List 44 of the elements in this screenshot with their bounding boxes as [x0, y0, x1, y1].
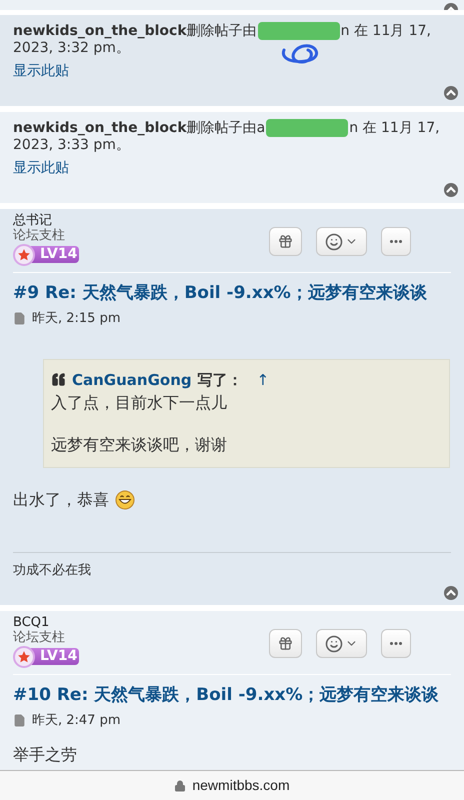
- back-to-top-icon[interactable]: [444, 586, 458, 600]
- deletion-notice: newkids_on_the_block删除帖子由: [13, 22, 257, 40]
- quote-icon: [51, 372, 66, 388]
- back-to-top-icon[interactable]: [444, 183, 458, 197]
- deletion-notice: 2023, 3:33 pm。: [13, 137, 130, 154]
- post-title[interactable]: #9 Re: 天然气暴跌，Boil -9.xx%；远梦有空来谈谈: [13, 283, 451, 303]
- post-time: 昨天, 2:47 pm: [32, 712, 121, 730]
- deletion-notice: n 在 11月 17,: [349, 120, 440, 136]
- document-icon: [13, 312, 26, 326]
- gift-button[interactable]: [269, 227, 302, 256]
- author-name[interactable]: BCQ1: [13, 615, 81, 630]
- smiley-icon: [325, 634, 343, 652]
- signature-text: 功成不必在我: [13, 563, 91, 578]
- rank-label: 论坛支柱: [13, 630, 66, 645]
- deletion-notice: 2023, 3:32 pm。: [13, 40, 130, 57]
- post-title[interactable]: #10 Re: 天然气暴跌，Boil -9.xx%；远梦有空来谈谈: [13, 685, 451, 705]
- ellipsis-icon: [390, 240, 402, 243]
- deletion-notice: n 在 11月 17,: [340, 22, 431, 40]
- reaction-button[interactable]: [316, 227, 367, 256]
- lock-icon: [174, 780, 186, 792]
- gift-button[interactable]: [269, 629, 302, 658]
- quote-author[interactable]: CanGuanGong: [72, 368, 192, 391]
- quote-text: 远梦有空来谈谈吧，谢谢: [51, 435, 228, 455]
- post-time: 昨天, 2:15 pm: [32, 310, 121, 328]
- ellipsis-icon: [390, 642, 402, 645]
- deletion-notice: newkids_on_the_block删除帖子由a: [13, 120, 266, 136]
- jump-to-quote-link[interactable]: ↑: [256, 368, 270, 391]
- post-body: 出水了，恭喜: [13, 489, 109, 511]
- show-post-link[interactable]: 显示此贴: [13, 160, 69, 176]
- more-button[interactable]: [381, 227, 411, 256]
- quote-text: 入了点，目前水下一点儿: [51, 393, 228, 413]
- document-icon: [13, 714, 26, 728]
- show-post-link[interactable]: 显示此贴: [13, 63, 69, 79]
- rank-label: 论坛支柱: [13, 228, 66, 243]
- post-body: 举手之劳: [13, 744, 77, 766]
- author-name[interactable]: 总书记: [13, 213, 81, 228]
- wrote-label: 写了：: [198, 370, 243, 390]
- smiley-icon: [325, 232, 343, 250]
- gift-icon: [278, 636, 293, 651]
- domain-text: newmitbbs.com: [192, 776, 290, 795]
- more-button[interactable]: [381, 629, 411, 658]
- gift-icon: [278, 234, 293, 249]
- reaction-button[interactable]: [316, 629, 367, 658]
- back-to-top-icon[interactable]: [444, 86, 458, 100]
